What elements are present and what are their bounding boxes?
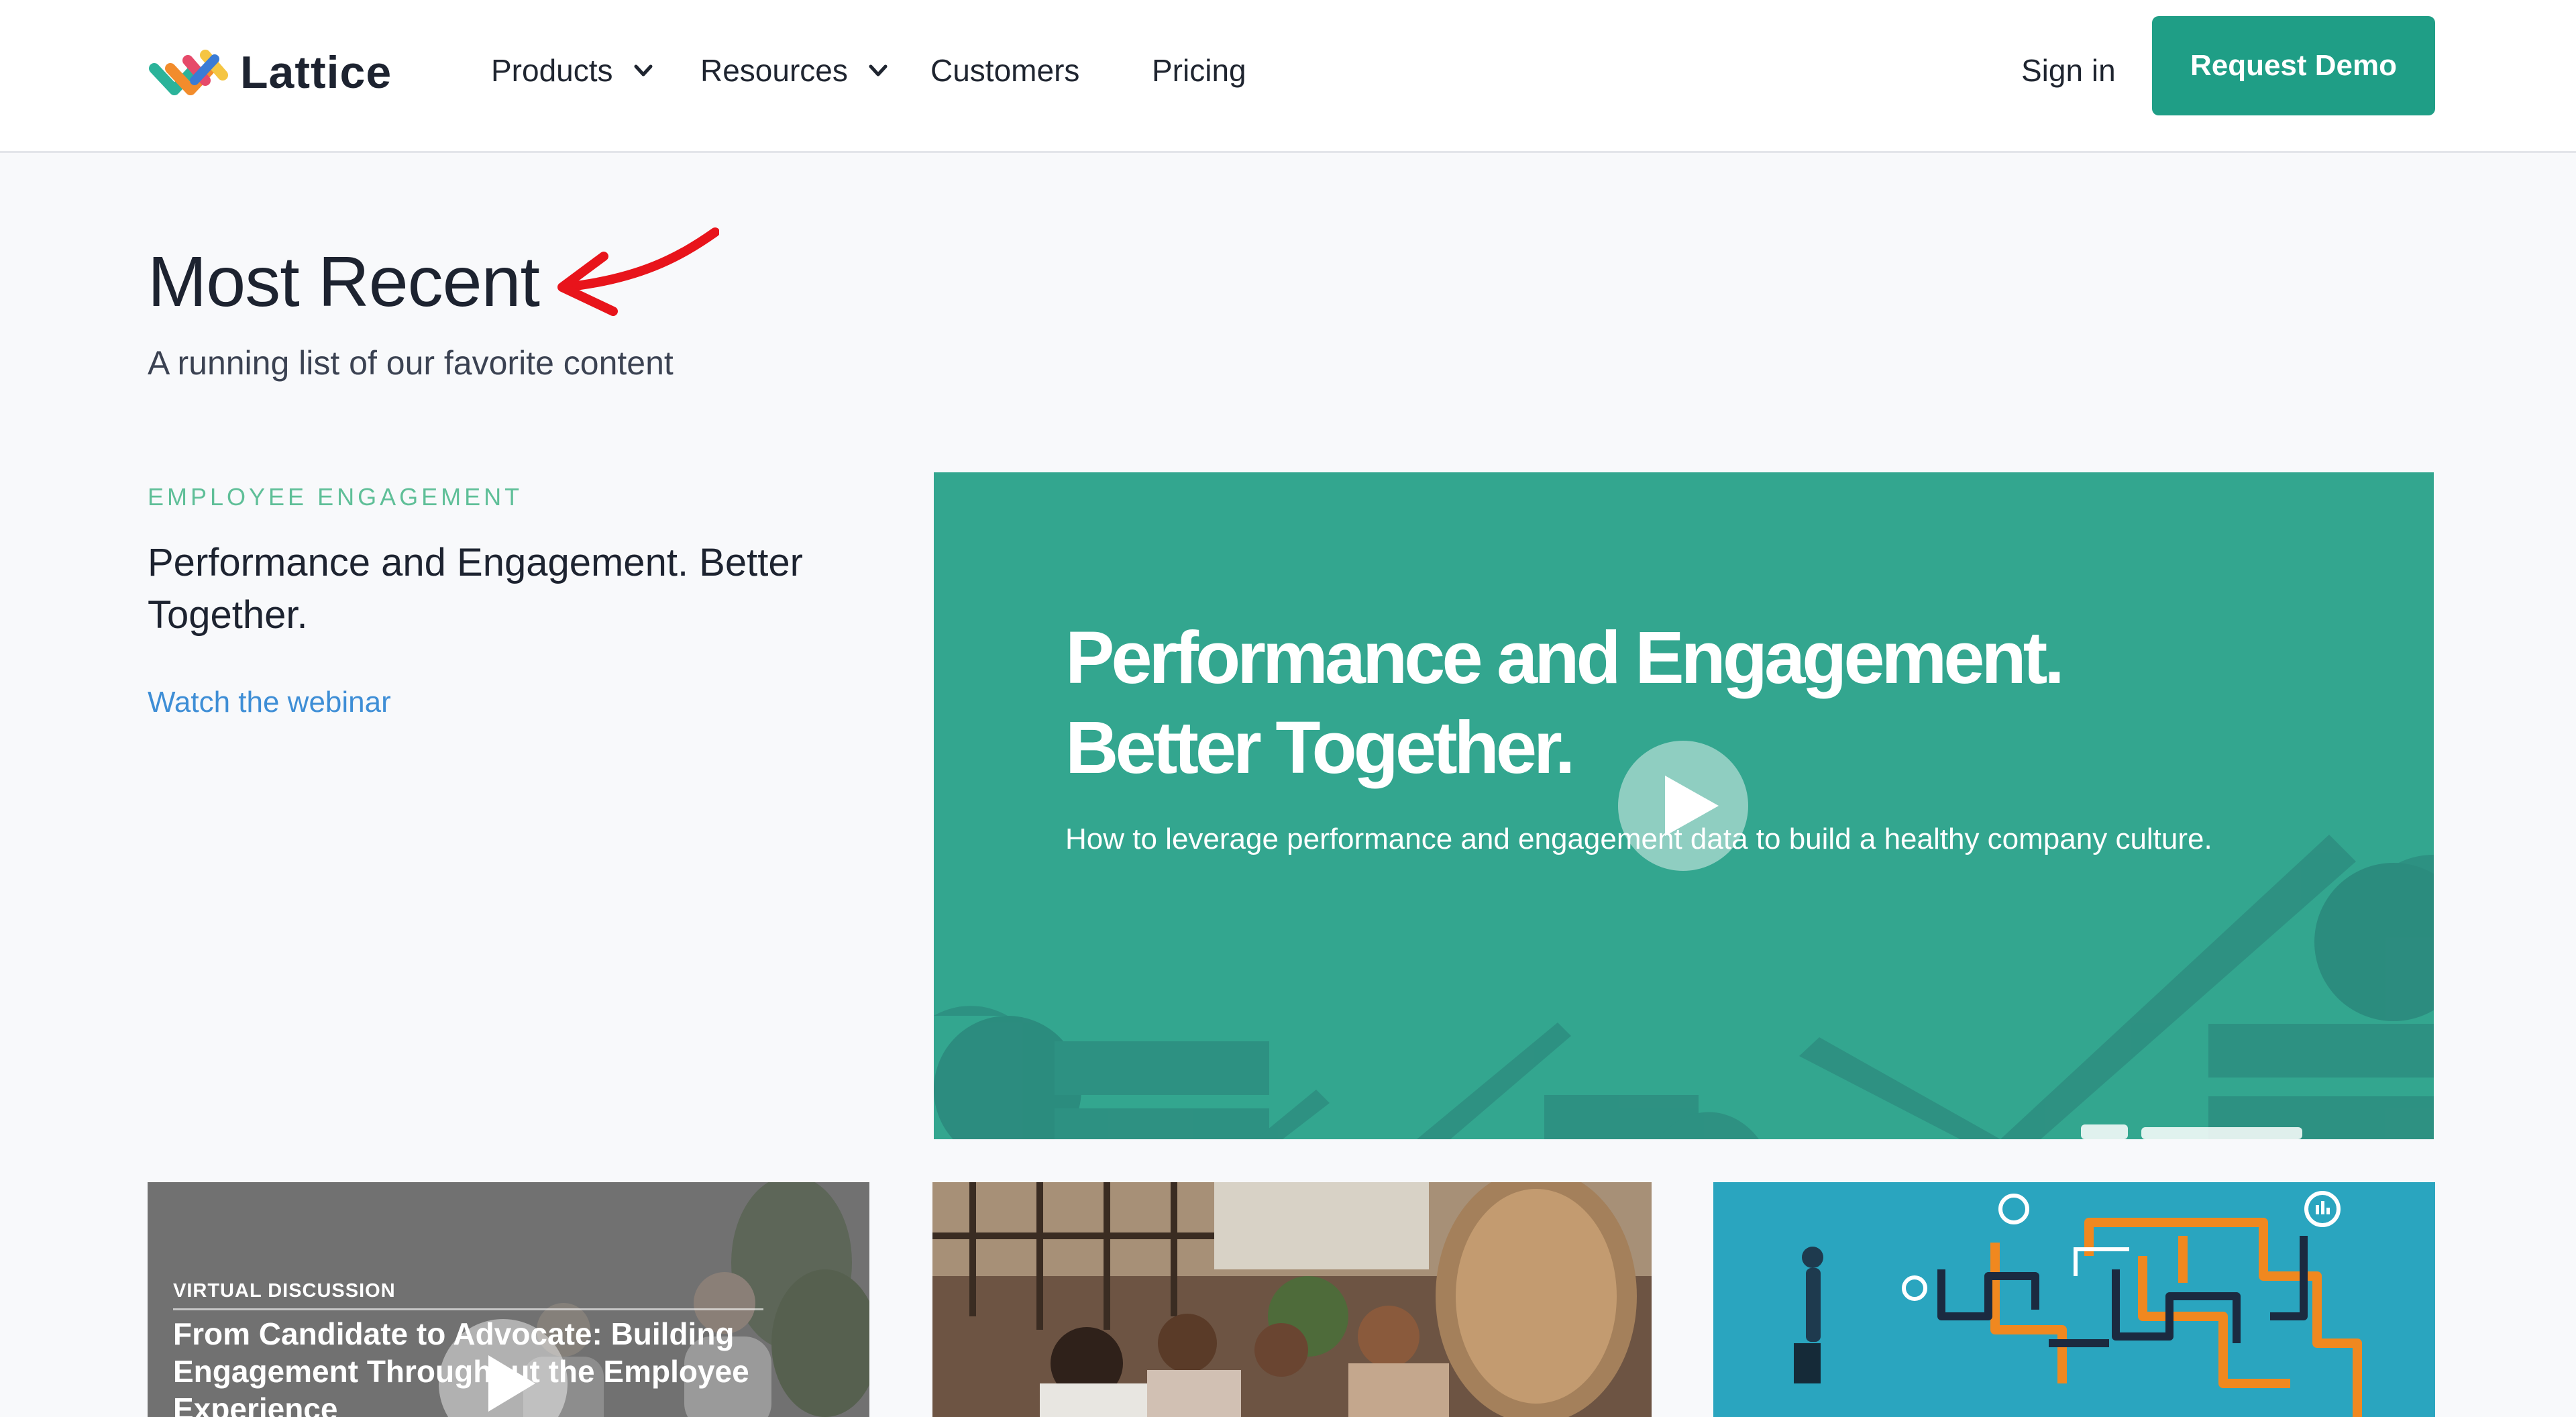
content-card-maze-illustration[interactable]: [1713, 1182, 2435, 1417]
nav-customers-label: Customers: [930, 53, 1080, 88]
request-demo-button[interactable]: Request Demo: [2152, 16, 2435, 115]
lattice-logo-icon: [149, 50, 228, 95]
nav-products[interactable]: Products: [491, 52, 655, 89]
nav-products-label: Products: [491, 53, 613, 88]
featured-title[interactable]: Performance and Engagement. Better Toget…: [148, 537, 859, 641]
team-meeting-photo: [932, 1182, 1652, 1417]
content-card-virtual-discussion[interactable]: VIRTUAL DISCUSSION From Candidate to Adv…: [148, 1182, 869, 1417]
card-divider: [173, 1308, 763, 1310]
category-label[interactable]: EMPLOYEE ENGAGEMENT: [148, 483, 523, 511]
nav-pricing-label: Pricing: [1152, 53, 1246, 88]
content-card-team-photo[interactable]: [932, 1182, 1652, 1417]
top-nav-bar: Lattice Products Resources Customers Pri…: [0, 0, 2576, 153]
section-title: Most Recent: [148, 242, 540, 321]
chevron-down-icon: [634, 64, 653, 76]
nav-resources-label: Resources: [700, 53, 848, 88]
nav-customers[interactable]: Customers: [930, 52, 1079, 89]
sign-in-link[interactable]: Sign in: [2021, 52, 2116, 89]
nav-resources[interactable]: Resources: [700, 52, 890, 89]
hero-title-line-1: Performance and Engagement.: [1065, 617, 2065, 699]
play-icon[interactable]: [436, 1316, 570, 1417]
red-arrow-annotation: [557, 227, 719, 316]
watch-webinar-link[interactable]: Watch the webinar: [148, 686, 391, 719]
featured-video-thumbnail[interactable]: Performance and Engagement. Better Toget…: [934, 472, 2434, 1139]
brand-logo[interactable]: Lattice: [148, 42, 392, 103]
card-tag: VIRTUAL DISCUSSION: [173, 1280, 396, 1302]
section-subtitle: A running list of our favorite content: [148, 344, 674, 382]
play-icon[interactable]: [1618, 741, 1748, 871]
chevron-down-icon: [869, 64, 888, 76]
nav-pricing[interactable]: Pricing: [1152, 52, 1246, 89]
brand-name: Lattice: [240, 47, 392, 98]
maze-illustration: [1713, 1182, 2435, 1417]
